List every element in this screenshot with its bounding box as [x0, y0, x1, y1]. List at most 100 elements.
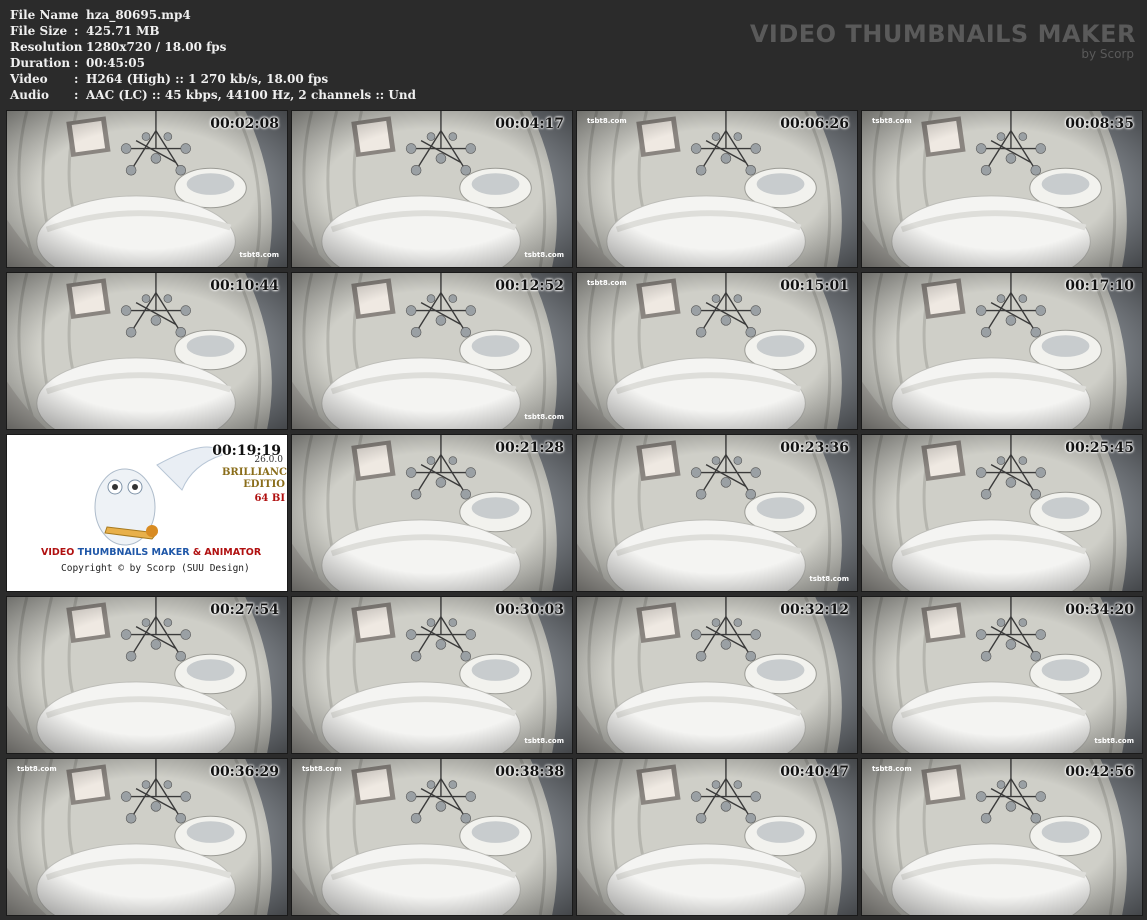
thumbnail-timestamp: 00:17:10 — [1065, 278, 1134, 294]
file-info-separator: : — [74, 40, 79, 54]
thumbnail-timestamp: 00:34:20 — [1065, 602, 1134, 618]
thumbnail: 00:40:47 — [576, 758, 858, 916]
file-info-key: Audio — [10, 88, 49, 102]
site-watermark: tsbt8.com — [1094, 737, 1134, 745]
file-info-value: 425.71 MB — [86, 24, 160, 38]
file-info-value: H264 (High) :: 1 270 kb/s, 18.00 fps — [86, 72, 329, 86]
camera-frame-image — [292, 759, 572, 915]
thumbnail-timestamp: 00:40:47 — [780, 764, 849, 780]
site-watermark: tsbt8.com — [587, 279, 627, 287]
thumbnail: 00:15:01 tsbt8.com — [576, 272, 858, 430]
thumbnail: 00:38:38 tsbt8.com — [291, 758, 573, 916]
logo-edition-line: BRILLIANC — [221, 467, 287, 478]
camera-frame-image — [7, 273, 287, 429]
camera-frame-image — [862, 435, 1142, 591]
vtm-logo-thumbnail: 00:19:19 26.0.0 BRILLIANC EDITIO 64 BI VIDEO … — [6, 434, 288, 592]
site-watermark: tsbt8.com — [524, 737, 564, 745]
file-info-value: AAC (LC) :: 45 kbps, 44100 Hz, 2 channel… — [86, 88, 416, 102]
logo-title-part: VIDEO — [41, 547, 75, 558]
camera-frame-image — [292, 111, 572, 267]
logo-title-part: THUMBNAILS MAKER — [77, 547, 190, 558]
site-watermark: tsbt8.com — [587, 117, 627, 125]
file-info-separator: : — [74, 72, 79, 86]
file-info-separator: : — [74, 24, 79, 38]
camera-frame-image — [577, 273, 857, 429]
camera-frame-image — [292, 273, 572, 429]
thumbnail: 00:02:08 tsbt8.com — [6, 110, 288, 268]
file-info-key: File Name — [10, 8, 79, 22]
file-info-key: Duration — [10, 56, 71, 70]
thumbnail: 00:25:45 — [861, 434, 1143, 592]
camera-frame-image — [577, 111, 857, 267]
file-info-key: Resolution — [10, 40, 83, 54]
thumbnail: 00:08:35 tsbt8.com — [861, 110, 1143, 268]
logo-product-title: VIDEO THUMBNAILS MAKER & ANIMATOR — [41, 547, 261, 558]
file-info-row: File Name: hza_80695.mp4 — [10, 7, 416, 23]
thumbnail: 00:23:36 tsbt8.com — [576, 434, 858, 592]
thumbnail-grid: 00:02:08 tsbt8.com 00:04:17 tsbt8.com 00… — [6, 110, 1143, 916]
camera-frame-image — [577, 597, 857, 753]
camera-frame-image — [7, 597, 287, 753]
site-watermark: tsbt8.com — [302, 765, 342, 773]
thumbnail-timestamp: 00:32:12 — [780, 602, 849, 618]
site-watermark: tsbt8.com — [524, 413, 564, 421]
camera-frame-image — [292, 435, 572, 591]
logo-edition-line: 64 BI — [254, 493, 285, 504]
logo-edition-line: EDITIO — [243, 479, 285, 490]
thumbnail-timestamp: 00:08:35 — [1065, 116, 1134, 132]
thumbnail: 00:06:26 tsbt8.com — [576, 110, 858, 268]
thumbnail-timestamp: 00:36:29 — [210, 764, 279, 780]
file-info-panel: File Name: hza_80695.mp4 File Size:425.71 … — [10, 7, 416, 103]
file-info-separator: : — [74, 88, 79, 102]
thumbnail-timestamp: 00:27:54 — [210, 602, 279, 618]
thumbnail-timestamp: 00:06:26 — [780, 116, 849, 132]
file-info-row: Audio: AAC (LC) :: 45 kbps, 44100 Hz, 2 c… — [10, 87, 416, 103]
thumbnail: 00:36:29 tsbt8.com — [6, 758, 288, 916]
site-watermark: tsbt8.com — [524, 251, 564, 259]
thumbnail-timestamp: 00:23:36 — [780, 440, 849, 456]
file-info-key: File Size — [10, 24, 68, 38]
brand-title: VIDEO THUMBNAILS MAKER — [749, 20, 1136, 48]
site-watermark: tsbt8.com — [872, 117, 912, 125]
thumbnail: 00:12:52 tsbt8.com — [291, 272, 573, 430]
thumbnail: 00:04:17 tsbt8.com — [291, 110, 573, 268]
thumbnail-timestamp: 00:25:45 — [1065, 440, 1134, 456]
thumbnail: 00:17:10 — [861, 272, 1143, 430]
camera-frame-image — [862, 759, 1142, 915]
site-watermark: tsbt8.com — [239, 251, 279, 259]
camera-frame-image — [862, 111, 1142, 267]
file-info-value: 00:45:05 — [86, 56, 145, 70]
file-info-separator: : — [74, 8, 79, 22]
camera-frame-image — [577, 759, 857, 915]
site-watermark: tsbt8.com — [17, 765, 57, 773]
file-info-value: hza_80695.mp4 — [86, 8, 191, 22]
logo-version-date: 26.0.0 — [254, 455, 283, 465]
camera-frame-image — [577, 435, 857, 591]
thumbnail: 00:42:56 tsbt8.com — [861, 758, 1143, 916]
brand-subtitle: by Scorp — [1081, 47, 1134, 61]
thumbnail-timestamp: 00:02:08 — [210, 116, 279, 132]
thumbnail-timestamp: 00:04:17 — [495, 116, 564, 132]
camera-frame-image — [7, 759, 287, 915]
brand-watermark: VIDEO THUMBNAILS MAKER by Scorp — [750, 20, 1136, 60]
thumbnail: 00:34:20 tsbt8.com — [861, 596, 1143, 754]
thumbnail-timestamp: 00:30:03 — [495, 602, 564, 618]
thumbnail: 00:21:28 — [291, 434, 573, 592]
file-info-row: Resolution:1280x720 / 18.00 fps — [10, 39, 416, 55]
site-watermark: tsbt8.com — [809, 575, 849, 583]
site-watermark: tsbt8.com — [872, 765, 912, 773]
thumbnail: 00:32:12 — [576, 596, 858, 754]
logo-copyright: Copyright © by Scorp (SUU Design) — [61, 563, 250, 574]
file-info-row: File Size:425.71 MB — [10, 23, 416, 39]
file-info-key: Video — [10, 72, 48, 86]
camera-frame-image — [7, 111, 287, 267]
file-info-separator: : — [74, 56, 79, 70]
logo-title-part: & ANIMATOR — [192, 547, 262, 558]
thumbnail: 00:10:44 — [6, 272, 288, 430]
camera-frame-image — [862, 597, 1142, 753]
file-info-value: 1280x720 / 18.00 fps — [86, 40, 227, 54]
camera-frame-image — [292, 597, 572, 753]
thumbnail-timestamp: 00:42:56 — [1065, 764, 1134, 780]
thumbnail-timestamp: 00:10:44 — [210, 278, 279, 294]
thumbnail-timestamp: 00:12:52 — [495, 278, 564, 294]
